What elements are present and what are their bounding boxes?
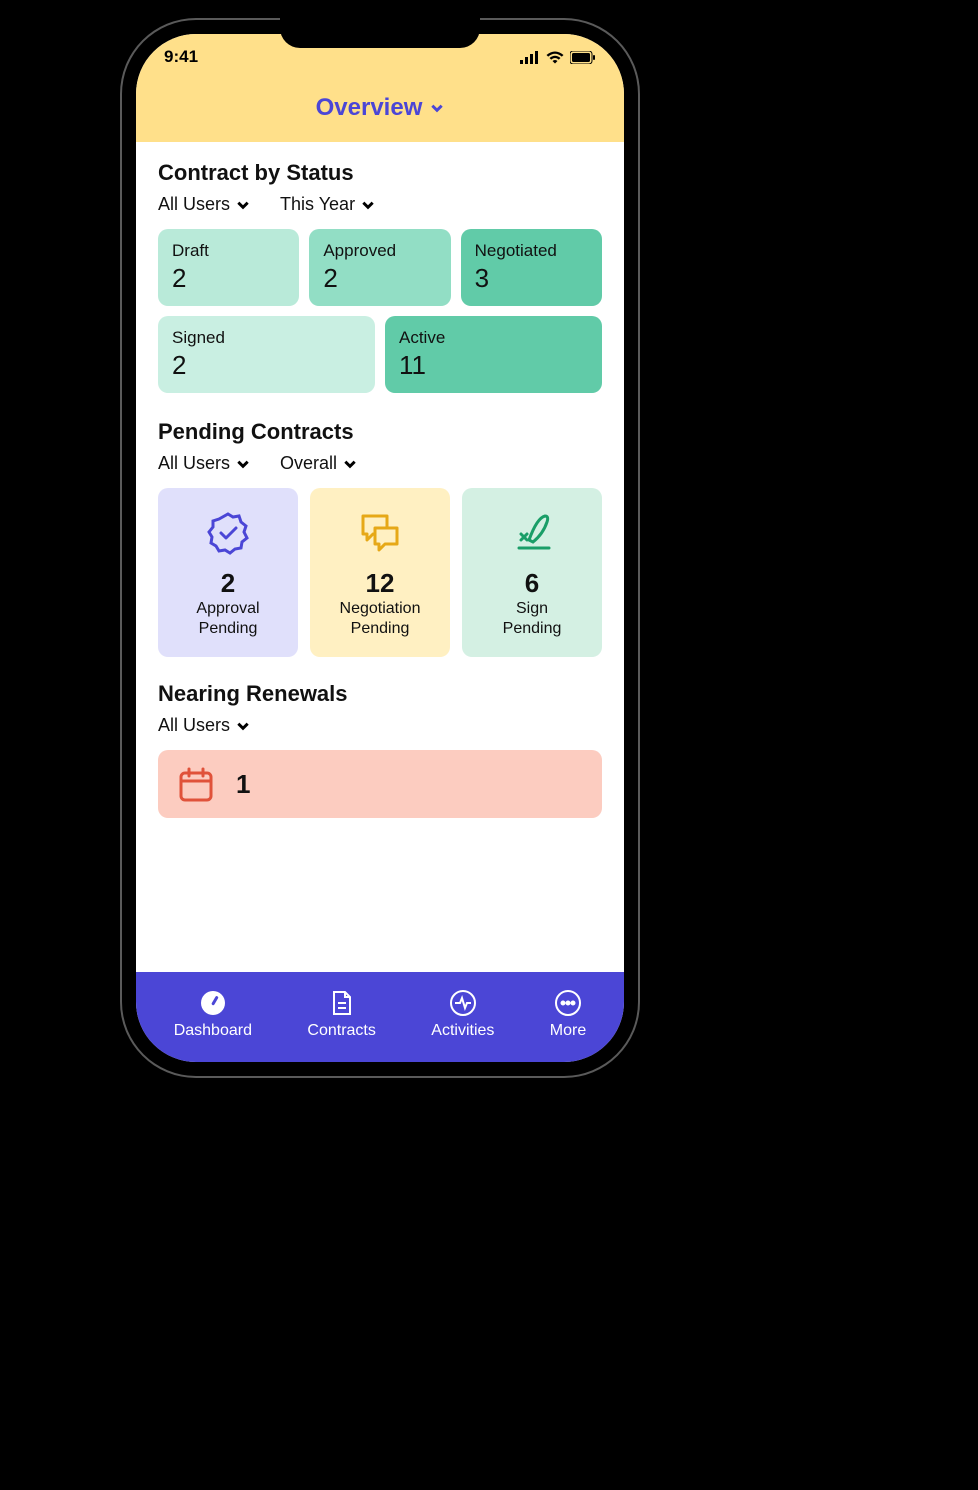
tabbar: Dashboard Contracts Activities More: [136, 972, 624, 1062]
status-grid: Draft2Approved2Negotiated3Signed2Active1…: [158, 229, 602, 393]
status-value: 2: [172, 350, 361, 381]
filter-users-label: All Users: [158, 194, 230, 215]
filter-users[interactable]: All Users: [158, 194, 250, 215]
tab-more[interactable]: More: [550, 988, 586, 1040]
status-card-approved[interactable]: Approved2: [309, 229, 450, 306]
status-card-active[interactable]: Active11: [385, 316, 602, 393]
filter-renewals-users-label: All Users: [158, 715, 230, 736]
badge-icon: [166, 504, 290, 562]
pending-title: Pending Contracts: [158, 419, 602, 445]
renewals-filters: All Users: [158, 715, 602, 736]
status-card-draft[interactable]: Draft2: [158, 229, 299, 306]
cellular-icon: [520, 51, 540, 64]
chevron-down-icon: [236, 198, 250, 212]
filter-pending-users[interactable]: All Users: [158, 453, 250, 474]
renewals-title: Nearing Renewals: [158, 681, 602, 707]
tab-contracts[interactable]: Contracts: [307, 988, 375, 1040]
tab-dashboard[interactable]: Dashboard: [174, 988, 252, 1040]
status-value: 11: [399, 350, 588, 381]
sign-icon: [470, 504, 594, 562]
chevron-down-icon: [236, 457, 250, 471]
filter-pending-users-label: All Users: [158, 453, 230, 474]
activity-icon: [448, 988, 478, 1018]
status-label: Active: [399, 328, 588, 348]
more-icon: [553, 988, 583, 1018]
status-label: Signed: [172, 328, 361, 348]
contract-status-title: Contract by Status: [158, 160, 602, 186]
pending-value: 6: [470, 568, 594, 599]
status-value: 2: [172, 263, 285, 294]
screen: 9:41 Overview Contract by Status All Use…: [136, 34, 624, 1062]
status-indicators: [520, 51, 596, 64]
pending-value: 2: [166, 568, 290, 599]
document-icon: [327, 988, 357, 1018]
pending-card-approval[interactable]: 2ApprovalPending: [158, 488, 298, 657]
tab-activities[interactable]: Activities: [431, 988, 494, 1040]
phone-frame: 9:41 Overview Contract by Status All Use…: [120, 18, 640, 1078]
header: Overview: [136, 80, 624, 142]
pending-row: 2ApprovalPending12NegotiationPending6Sig…: [158, 488, 602, 657]
chevron-down-icon: [430, 101, 444, 115]
header-dropdown[interactable]: Overview: [316, 94, 445, 122]
pending-label: NegotiationPending: [318, 599, 442, 639]
filter-pending-period[interactable]: Overall: [280, 453, 357, 474]
tab-label: Dashboard: [174, 1022, 252, 1040]
filter-period[interactable]: This Year: [280, 194, 375, 215]
pending-card-negotiation[interactable]: 12NegotiationPending: [310, 488, 450, 657]
filter-period-label: This Year: [280, 194, 355, 215]
tab-label: Contracts: [307, 1022, 375, 1040]
pending-filters: All Users Overall: [158, 453, 602, 474]
tab-label: Activities: [431, 1022, 494, 1040]
pending-label: SignPending: [470, 599, 594, 639]
header-title-text: Overview: [316, 94, 423, 122]
status-value: 3: [475, 263, 588, 294]
content: Contract by Status All Users This Year D…: [136, 142, 624, 972]
contract-status-filters: All Users This Year: [158, 194, 602, 215]
pending-card-sign[interactable]: 6SignPending: [462, 488, 602, 657]
wifi-icon: [546, 51, 564, 64]
calendar-icon: [176, 764, 216, 804]
chevron-down-icon: [343, 457, 357, 471]
notch: [280, 18, 480, 48]
dashboard-icon: [198, 988, 228, 1018]
renewal-value: 1: [236, 769, 250, 800]
chevron-down-icon: [236, 719, 250, 733]
status-label: Draft: [172, 241, 285, 261]
status-label: Approved: [323, 241, 436, 261]
status-time: 9:41: [164, 47, 198, 67]
status-label: Negotiated: [475, 241, 588, 261]
tab-label: More: [550, 1022, 586, 1040]
pending-label: ApprovalPending: [166, 599, 290, 639]
pending-value: 12: [318, 568, 442, 599]
filter-renewals-users[interactable]: All Users: [158, 715, 250, 736]
battery-icon: [570, 51, 596, 64]
chat-icon: [318, 504, 442, 562]
renewal-card[interactable]: 1: [158, 750, 602, 818]
status-value: 2: [323, 263, 436, 294]
chevron-down-icon: [361, 198, 375, 212]
filter-pending-period-label: Overall: [280, 453, 337, 474]
status-card-negotiated[interactable]: Negotiated3: [461, 229, 602, 306]
status-card-signed[interactable]: Signed2: [158, 316, 375, 393]
